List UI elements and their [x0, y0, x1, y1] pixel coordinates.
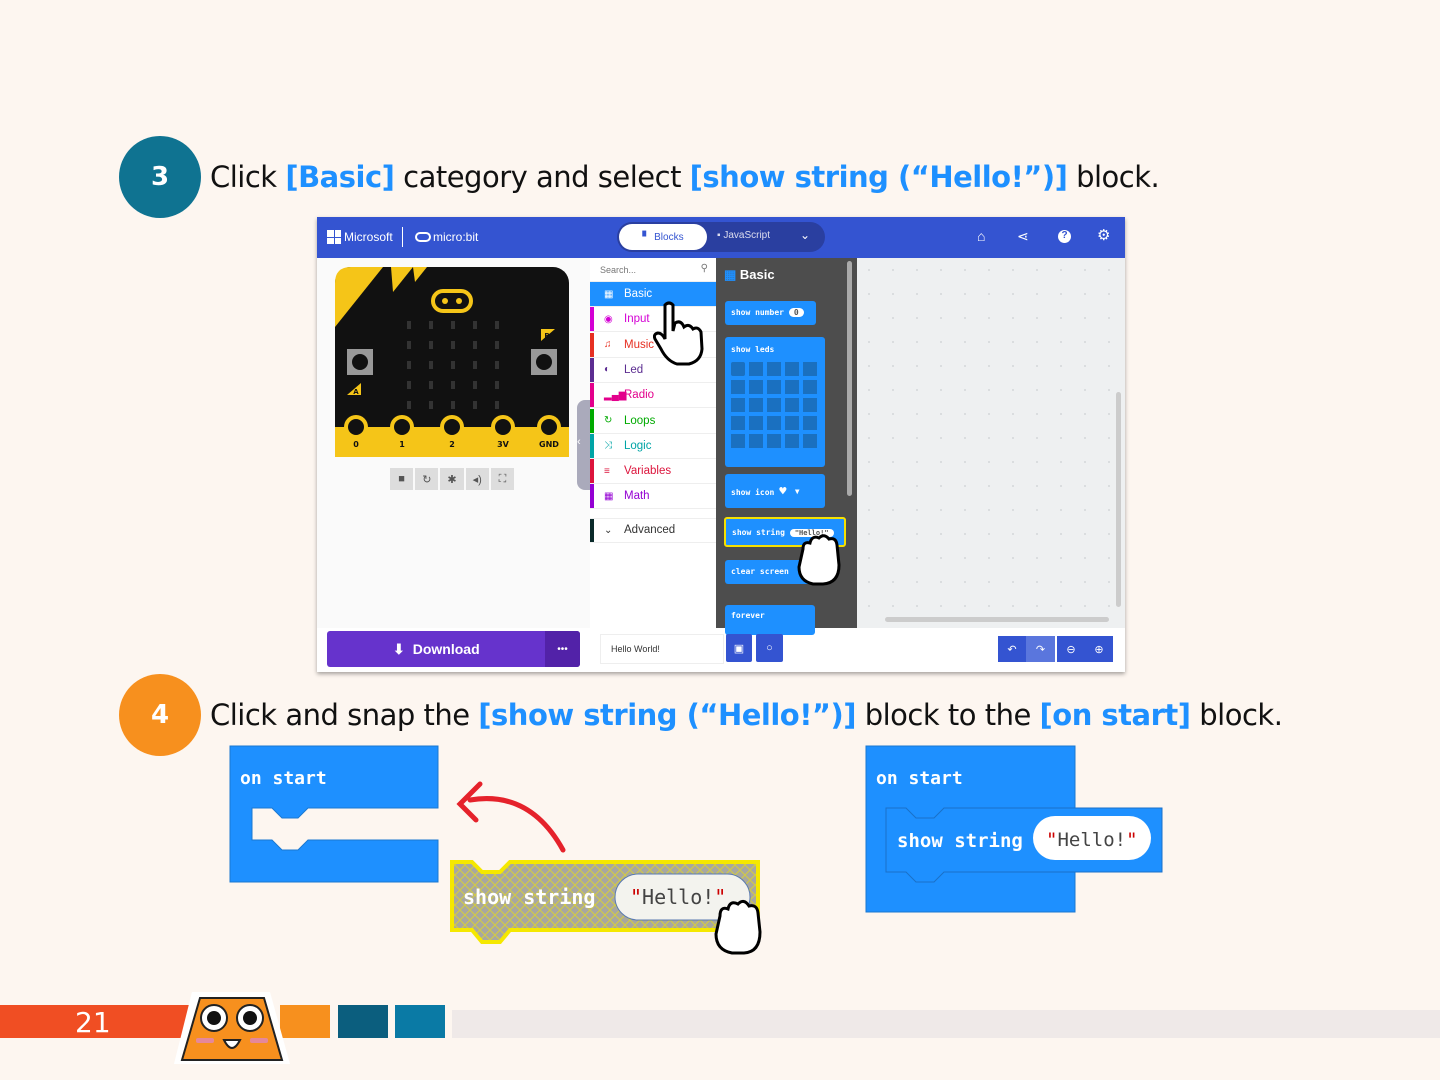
svg-text:"Hello!": "Hello!" [630, 885, 726, 909]
footer-teal-block [395, 1005, 445, 1038]
grab-hand-icon [714, 899, 762, 955]
footer-gray-bar [452, 1010, 1440, 1038]
on-start-label: on start [240, 768, 327, 789]
show-string-label: show string [463, 885, 595, 909]
show-string-label: show string [897, 830, 1023, 852]
snap-diagram: on start show string "Hello!" on start s… [229, 745, 1163, 955]
on-start-block-empty [229, 745, 439, 883]
red-arrow [467, 796, 566, 853]
page-number: 21 [75, 1006, 111, 1039]
robot-mascot-icon [174, 992, 290, 1064]
svg-text:"Hello!": "Hello!" [1046, 829, 1138, 851]
on-start-label: on start [876, 768, 963, 789]
footer-dark-teal-block [338, 1005, 388, 1038]
